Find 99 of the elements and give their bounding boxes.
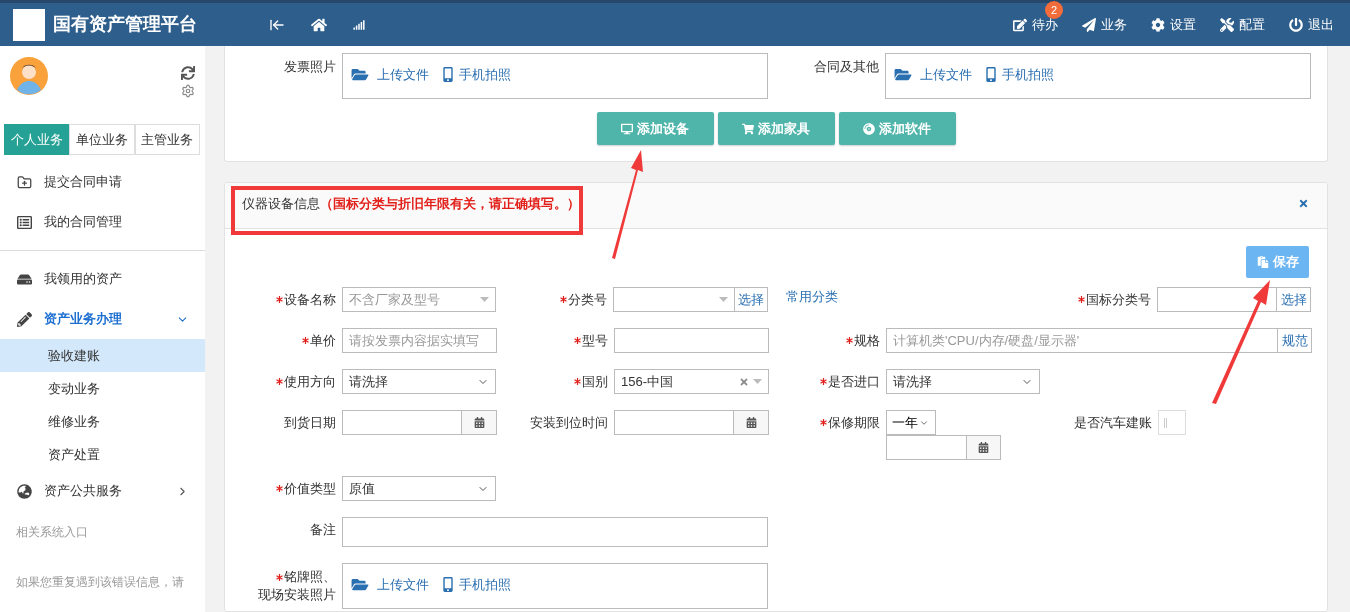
field-label: 是否汽车建账: [1074, 413, 1152, 432]
field-label: 铭牌照、: [284, 568, 336, 586]
select-button[interactable]: 选择: [1277, 287, 1311, 312]
field-label: 分类号: [568, 290, 607, 309]
paper-plane-icon: [1082, 17, 1096, 32]
phone-photo-link[interactable]: 手机拍照: [443, 575, 511, 595]
calendar-button[interactable]: [734, 410, 769, 435]
close-icon[interactable]: [1298, 198, 1309, 209]
input-field[interactable]: 请按发票内容据实填写: [342, 328, 497, 353]
upload-file-link[interactable]: 上传文件: [351, 65, 429, 85]
menu-item[interactable]: 资产公共服务: [0, 471, 205, 511]
country-select[interactable]: 156-中国: [614, 369, 769, 394]
folder-plus-icon: [17, 174, 32, 190]
phone-photo-link[interactable]: 手机拍照: [986, 65, 1054, 85]
field-label: 合同及其他: [814, 58, 879, 76]
sidebar-tab[interactable]: 单位业务: [69, 124, 135, 155]
calendar-button[interactable]: [462, 410, 497, 435]
date-input[interactable]: [614, 410, 734, 435]
list-icon: [17, 214, 32, 230]
menu-item[interactable]: 提交合同申请: [0, 162, 205, 202]
calendar-icon: [745, 417, 757, 428]
select-field[interactable]: [613, 287, 735, 312]
nav-link[interactable]: 退出: [1289, 14, 1334, 35]
home-icon[interactable]: [311, 16, 327, 33]
phone-photo-link[interactable]: 手机拍照: [443, 65, 511, 85]
caret-icon: [480, 297, 489, 302]
warning-note: （国标分类与折旧年限有关，请正确填写。）: [320, 194, 580, 213]
logo-placeholder: [13, 8, 45, 41]
select-field[interactable]: 请洗择: [886, 369, 1040, 394]
folder-icon: [351, 577, 369, 593]
pencil-icon: [17, 311, 32, 327]
field-label: 到货日期: [284, 413, 336, 432]
cart-icon: [742, 122, 754, 135]
mobile-icon: [986, 67, 996, 83]
field-label: 发票照片: [284, 58, 336, 76]
spec-button[interactable]: 规范: [1278, 328, 1312, 353]
tools-icon: [1220, 17, 1234, 32]
menu-item[interactable]: 我的合同管理: [0, 202, 205, 242]
edit-icon: [1013, 17, 1027, 32]
gear-icon: [1151, 17, 1165, 32]
mobile-icon: [443, 67, 453, 83]
folder-icon: [894, 67, 912, 83]
field-label: 单价: [310, 331, 336, 350]
notice-text: 如果您重复遇到该错误信息，请: [15, 574, 185, 591]
toggle-switch[interactable]: [1158, 410, 1186, 435]
sidebar-tab[interactable]: 主管业务: [134, 124, 200, 155]
field-label: 设备名称: [284, 290, 336, 309]
caret-icon: [753, 379, 762, 384]
input-field[interactable]: [614, 328, 769, 353]
submenu-item[interactable]: 变动业务: [0, 372, 205, 405]
mobile-icon: [443, 577, 453, 593]
nav-link[interactable]: 配置: [1220, 14, 1265, 35]
common-category-link[interactable]: 常用分类: [786, 287, 838, 307]
date-input[interactable]: [886, 435, 967, 460]
date-input[interactable]: [342, 410, 462, 435]
field-label: 使用方向: [284, 372, 336, 391]
period-select[interactable]: 一年: [886, 410, 936, 435]
monitor-icon: [621, 122, 633, 135]
calendar-icon: [978, 442, 989, 453]
submenu-item[interactable]: 验收建账: [0, 339, 205, 372]
select-field[interactable]: 请洗择: [342, 369, 496, 394]
globe-icon: [17, 483, 32, 499]
submenu-item[interactable]: 资产处置: [0, 438, 205, 471]
field-label: 国标分类号: [1086, 290, 1151, 309]
field-label: 备注: [310, 520, 336, 539]
field-label: 是否进口: [828, 372, 880, 391]
select-button[interactable]: 选择: [735, 287, 768, 312]
menu-item[interactable]: 资产业务办理: [0, 299, 205, 339]
calendar-icon: [473, 417, 485, 428]
nav-link[interactable]: 设置: [1151, 14, 1196, 35]
paste-icon: [1256, 256, 1269, 268]
input-field[interactable]: [1157, 287, 1277, 312]
menu-item[interactable]: 我领用的资产: [0, 259, 205, 299]
select-field[interactable]: 原值: [342, 476, 496, 501]
upload-file-link[interactable]: 上传文件: [894, 65, 972, 85]
avatar-icon: [10, 57, 48, 95]
field-label: 保修期限: [828, 413, 880, 432]
field-label: 国别: [582, 372, 608, 391]
field-label: 安装到位时间: [530, 413, 608, 432]
clear-icon: [739, 376, 749, 387]
power-icon: [1289, 17, 1303, 32]
field-label: 价值类型: [284, 479, 336, 498]
section-title: 仪器设备信息: [242, 194, 320, 213]
settings-icon[interactable]: [181, 84, 195, 98]
upload-file-link[interactable]: 上传文件: [351, 575, 429, 595]
count-badge: 2: [1045, 0, 1063, 19]
calendar-button[interactable]: [967, 435, 1001, 460]
signal-icon[interactable]: [353, 18, 365, 31]
app-title: 国有资产管理平台: [53, 13, 197, 36]
submenu-item[interactable]: 维修业务: [0, 405, 205, 438]
section-heading: 相关系统入口: [15, 524, 89, 541]
field-label: 规格: [854, 331, 880, 350]
folder-icon: [351, 67, 369, 83]
nav-link[interactable]: 业务: [1082, 14, 1127, 35]
refresh-icon[interactable]: [181, 66, 195, 80]
field-label: 现场安装照片: [258, 586, 336, 604]
field-label: 型号: [582, 331, 608, 350]
caret-icon: [719, 297, 728, 302]
spec-input[interactable]: 计算机类'CPU/内存/硬盘/显示器': [886, 328, 1278, 353]
